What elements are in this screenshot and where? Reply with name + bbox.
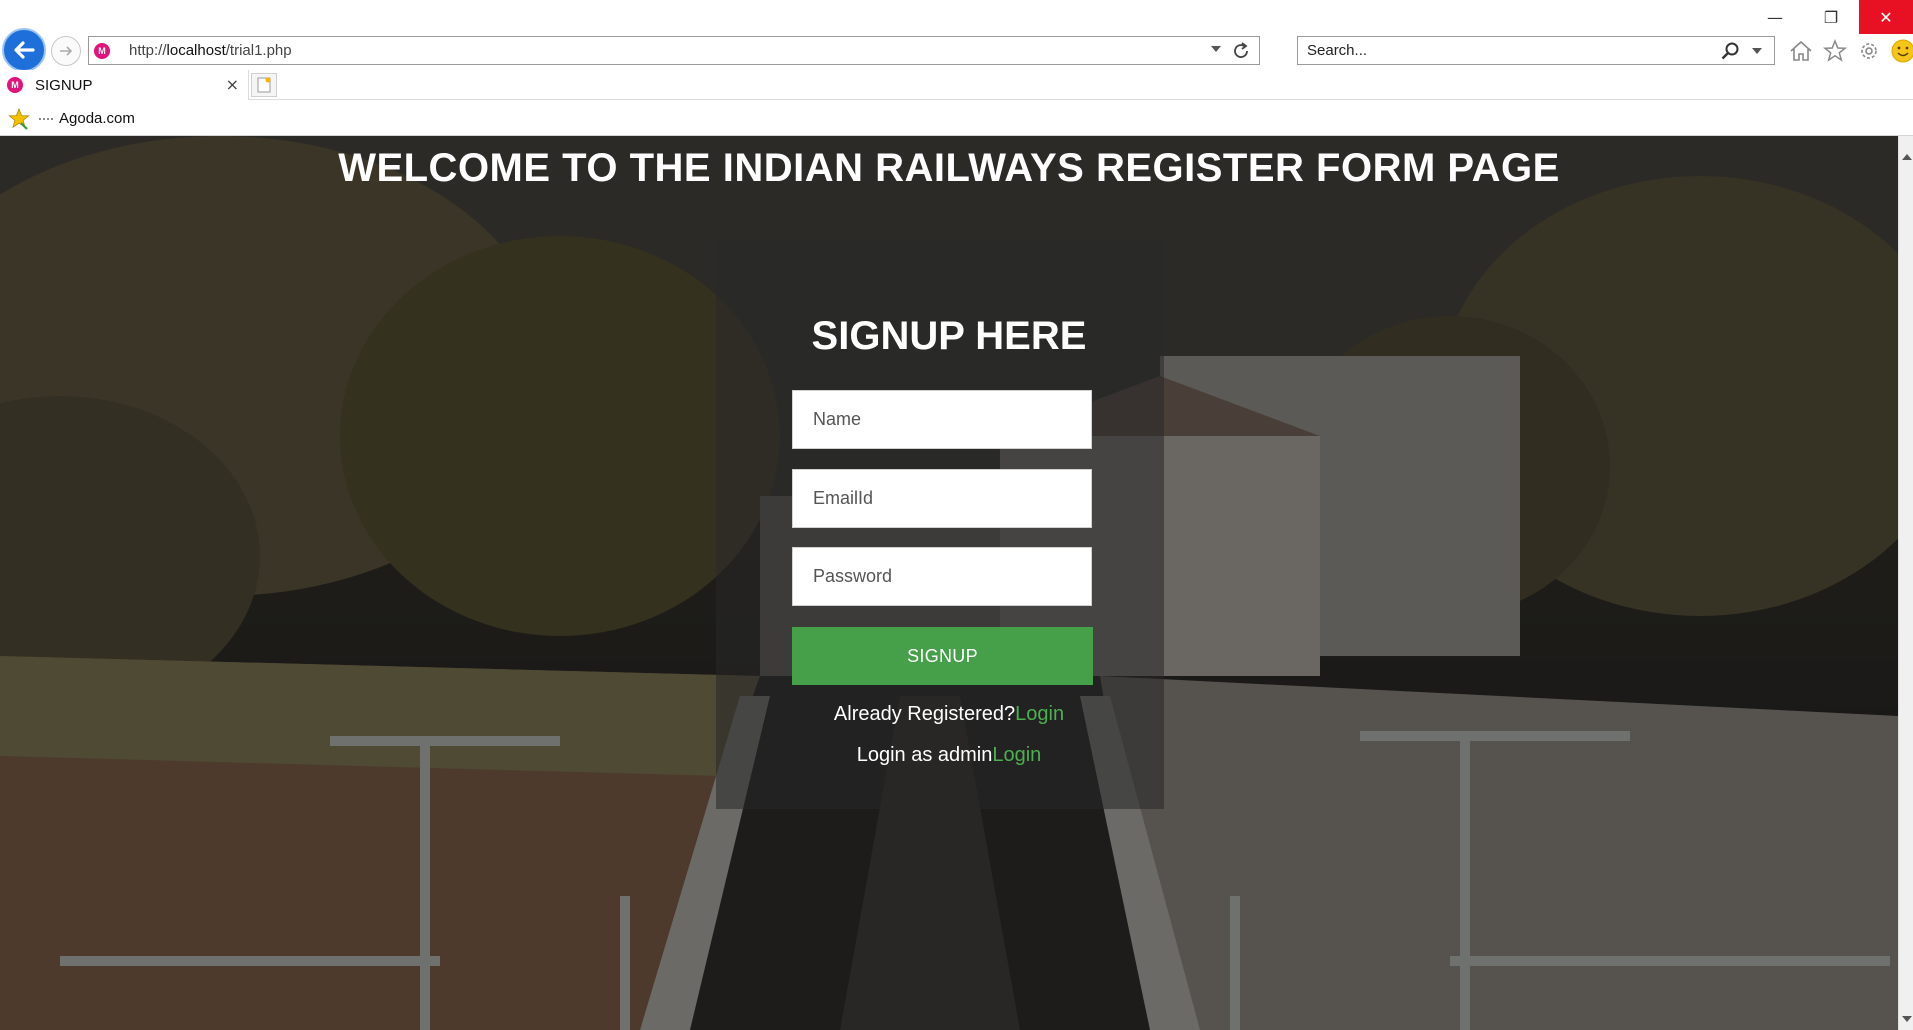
new-tab-button[interactable] (251, 73, 277, 97)
favorites-star-icon[interactable] (7, 107, 31, 131)
url-host: localhost (166, 42, 226, 59)
url-path: /trial1.php (225, 42, 292, 59)
search-dropdown-icon[interactable] (1752, 48, 1762, 54)
arrow-left-icon (14, 41, 35, 59)
feedback-button[interactable] (1888, 36, 1913, 66)
close-window-button[interactable]: ✕ (1859, 0, 1913, 34)
site-favicon-icon: M (94, 42, 110, 59)
search-input[interactable]: Search... (1307, 42, 1367, 59)
login-link[interactable]: Login (1015, 703, 1064, 725)
home-button[interactable] (1786, 36, 1816, 66)
browser-chrome: — ❐ ✕ M http://localhost/trial1.php Sear… (0, 0, 1913, 136)
settings-button[interactable] (1854, 36, 1884, 66)
toolbar-icons (1786, 36, 1913, 66)
restore-button[interactable]: ❐ (1803, 0, 1859, 34)
favorites-button[interactable] (1820, 36, 1850, 66)
minimize-button[interactable]: — (1747, 0, 1803, 34)
refresh-icon[interactable] (1230, 40, 1252, 62)
scroll-up-arrow-icon[interactable] (1902, 154, 1912, 160)
admin-login-link[interactable]: Login (992, 744, 1041, 766)
vertical-scrollbar[interactable] (1898, 136, 1913, 1030)
window-controls: — ❐ ✕ (1747, 0, 1913, 34)
favorite-dots-icon (39, 117, 53, 120)
tab-favicon-icon: M (7, 77, 23, 93)
tab-title: SIGNUP (35, 76, 93, 94)
smiley-icon (1891, 39, 1913, 63)
name-field[interactable] (792, 390, 1092, 449)
page-heading: WELCOME TO THE INDIAN RAILWAYS REGISTER … (338, 146, 1560, 190)
gear-icon (1861, 43, 1877, 59)
email-field[interactable] (792, 469, 1092, 528)
already-registered-line: Already Registered?Login (0, 703, 1898, 726)
search-icon[interactable] (1720, 41, 1740, 61)
scroll-down-arrow-icon[interactable] (1902, 1016, 1912, 1022)
arrow-right-icon (60, 46, 73, 56)
form-title: SIGNUP HERE (811, 314, 1087, 358)
url-prefix: http:// (129, 42, 167, 59)
forward-button[interactable] (51, 36, 81, 66)
address-bar[interactable]: M http://localhost/trial1.php (88, 36, 1260, 65)
admin-login-line: Login as adminLogin (0, 744, 1898, 767)
tab-strip: M SIGNUP × (0, 70, 1913, 100)
signup-button[interactable]: SIGNUP (792, 627, 1093, 685)
favorite-label: Agoda.com (59, 110, 135, 127)
already-registered-text: Already Registered? (833, 703, 1016, 725)
admin-login-text: Login as admin (856, 744, 993, 766)
url-text[interactable]: http://localhost/trial1.php (129, 42, 292, 59)
tab-close-button[interactable]: × (226, 75, 239, 94)
back-button[interactable] (2, 28, 46, 72)
favorite-item[interactable]: Agoda.com (39, 110, 135, 127)
home-icon (1790, 40, 1812, 61)
password-field[interactable] (792, 547, 1092, 606)
address-dropdown-icon[interactable] (1211, 46, 1221, 52)
tab-signup[interactable]: M SIGNUP × (0, 70, 249, 100)
page-viewport: WELCOME TO THE INDIAN RAILWAYS REGISTER … (0, 136, 1898, 1030)
favorites-bar: Agoda.com (0, 102, 1913, 136)
search-box[interactable]: Search... (1297, 36, 1775, 65)
new-tab-icon (257, 77, 271, 93)
star-icon (1822, 38, 1848, 62)
